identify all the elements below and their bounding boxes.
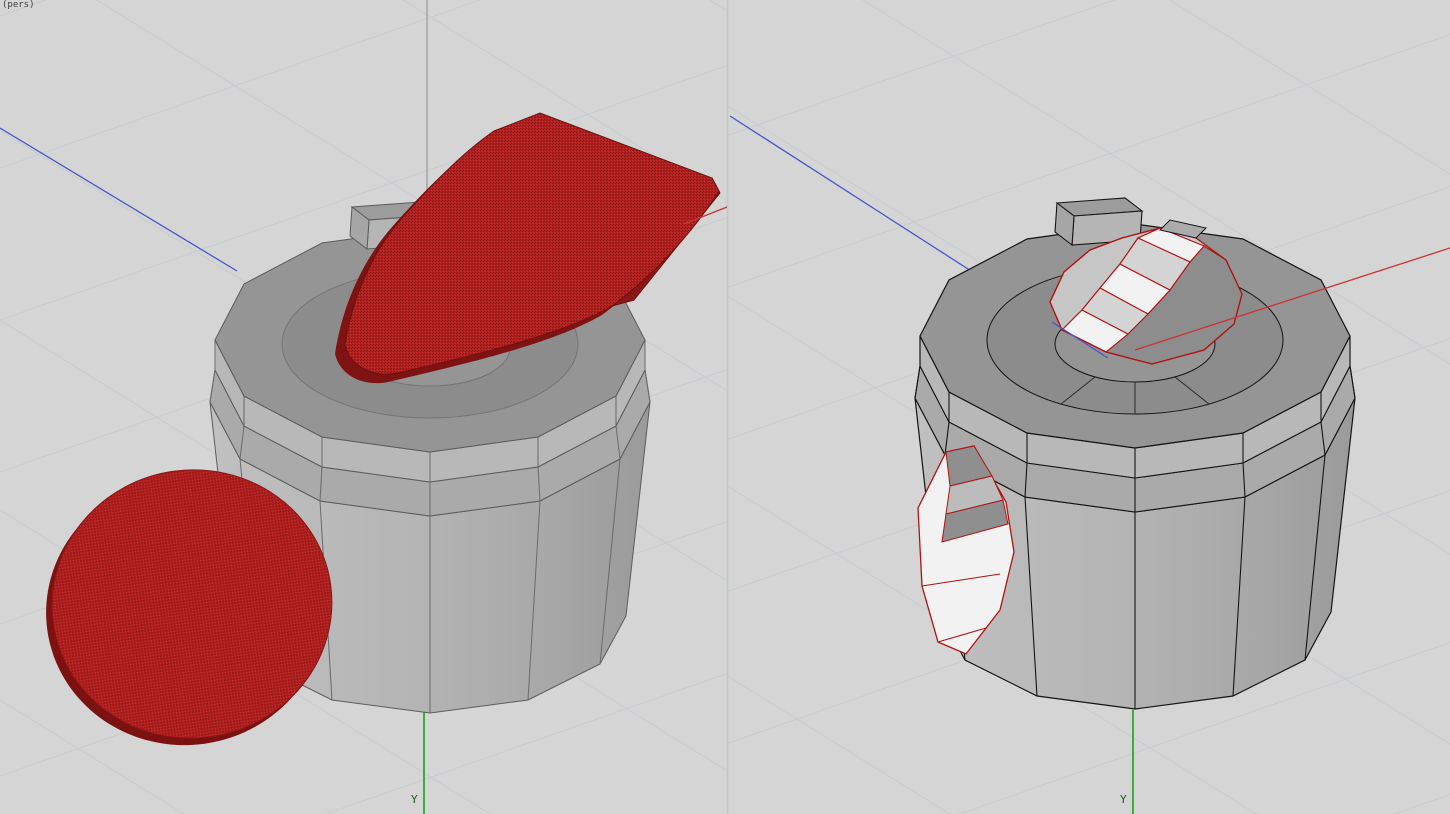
viewport-name-label: (pers) xyxy=(2,0,35,10)
3d-canvas[interactable]: Y Y xyxy=(0,0,1450,814)
y-axis-label: Y xyxy=(1120,793,1127,806)
app-window: Y Y (pers) xyxy=(0,0,1450,814)
y-axis-label: Y xyxy=(411,793,418,806)
